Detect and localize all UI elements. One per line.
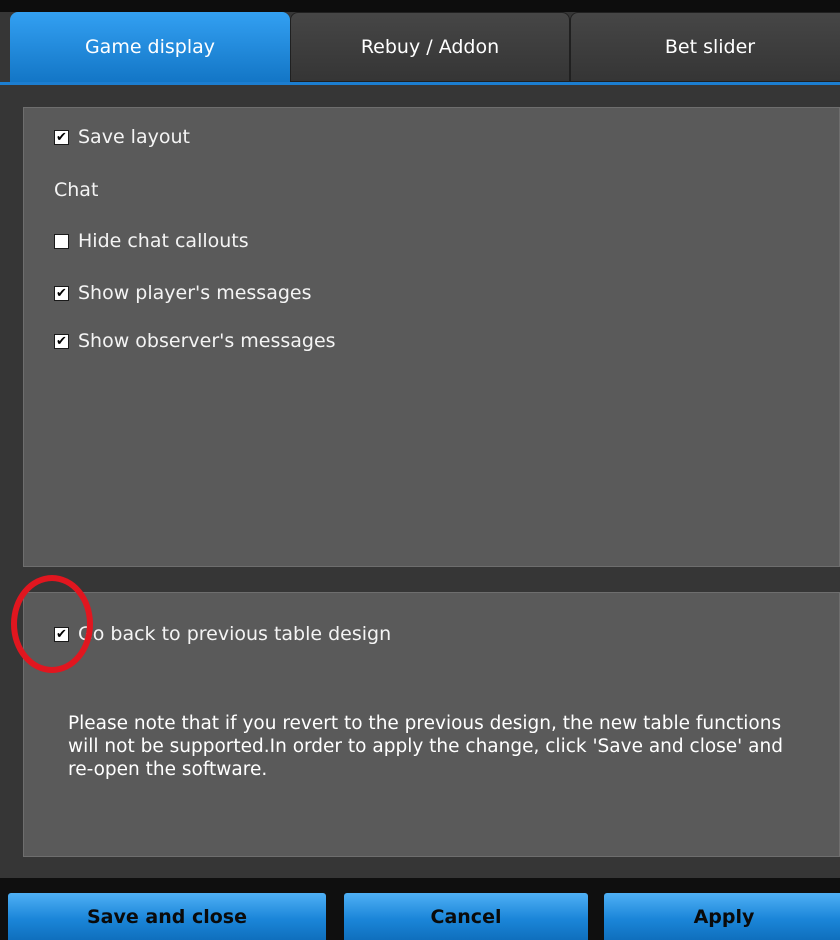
cancel-button[interactable]: Cancel (344, 893, 588, 940)
save-layout-checkbox[interactable]: ✔ (54, 129, 69, 145)
go-back-option[interactable]: ✔ Go back to previous table design (54, 623, 391, 645)
tab-bet-slider[interactable]: Bet slider (570, 12, 840, 82)
save-layout-label: Save layout (78, 126, 190, 148)
chat-section-heading: Chat (54, 179, 99, 201)
tab-rebuy-addon[interactable]: Rebuy / Addon (290, 12, 570, 82)
hide-chat-callouts-option[interactable]: Hide chat callouts (54, 230, 249, 252)
tab-game-display[interactable]: Game display (10, 12, 290, 82)
tab-underline (0, 82, 840, 85)
revert-note: Please note that if you revert to the pr… (68, 713, 783, 780)
save-layout-option[interactable]: ✔ Save layout (54, 126, 190, 148)
show-observers-messages-checkbox[interactable]: ✔ (54, 333, 69, 349)
go-back-checkbox[interactable]: ✔ (54, 626, 69, 642)
show-players-messages-label: Show player's messages (78, 282, 312, 304)
hide-chat-callouts-checkbox[interactable] (54, 233, 69, 249)
top-strip (0, 0, 840, 12)
show-observers-messages-option[interactable]: ✔ Show observer's messages (54, 330, 336, 352)
apply-button[interactable]: Apply (604, 893, 840, 940)
show-players-messages-option[interactable]: ✔ Show player's messages (54, 282, 311, 304)
show-players-messages-checkbox[interactable]: ✔ (54, 285, 69, 301)
hide-chat-callouts-label: Hide chat callouts (78, 230, 249, 252)
save-and-close-button[interactable]: Save and close (8, 893, 326, 940)
show-observers-messages-label: Show observer's messages (78, 330, 336, 352)
go-back-label: Go back to previous table design (78, 623, 392, 645)
settings-window: Game display Rebuy / Addon Bet slider ✔ … (0, 0, 840, 940)
